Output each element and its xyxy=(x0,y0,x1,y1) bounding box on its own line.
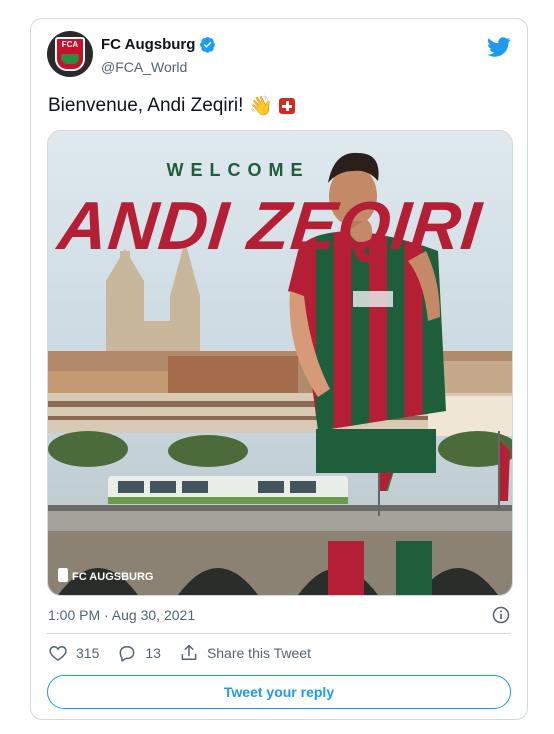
divider xyxy=(47,633,511,634)
timestamp-row: 1:00 PM · Aug 30, 2021 xyxy=(48,605,511,625)
author-name-row[interactable]: FC Augsburg xyxy=(101,36,216,53)
reply-bubble-icon xyxy=(119,646,135,662)
like-button[interactable]: 315 xyxy=(48,643,99,663)
action-bar: 315 13 Share this Tweet xyxy=(48,643,329,663)
tweet-timestamp[interactable]: 1:00 PM · Aug 30, 2021 xyxy=(48,607,195,623)
waving-hands-emoji-icon: 👋 xyxy=(249,95,274,117)
reply-button-label: Tweet your reply xyxy=(223,684,335,700)
display-name[interactable]: FC Augsburg xyxy=(101,36,195,53)
reply-action-button[interactable]: 13 xyxy=(117,643,161,663)
tweet-card: FCA FC Augsburg @FCA_World Bienvenue, An… xyxy=(30,18,528,720)
fca-crest-icon: FCA xyxy=(55,37,85,71)
welcome-graphic: WELCOME ANDI ZEQIRI FC AUGSBURG xyxy=(48,131,512,595)
swiss-flag-emoji-icon xyxy=(279,98,296,114)
avatar[interactable]: FCA xyxy=(47,31,93,77)
tweet-text-content: Bienvenue, Andi Zeqiri! xyxy=(48,95,244,116)
media-heading: WELCOME xyxy=(167,160,310,180)
author-handle[interactable]: @FCA_World xyxy=(101,59,187,75)
heart-icon xyxy=(49,645,67,661)
twitter-bird-icon[interactable] xyxy=(487,35,511,59)
tweet-media-image[interactable]: WELCOME ANDI ZEQIRI FC AUGSBURG xyxy=(47,130,513,596)
info-icon[interactable] xyxy=(491,605,511,625)
share-icon xyxy=(181,644,197,660)
media-player-name: ANDI ZEQIRI xyxy=(53,188,487,264)
verified-badge-icon xyxy=(200,36,216,53)
crest-text: FCA xyxy=(61,40,79,49)
share-button[interactable]: Share this Tweet xyxy=(179,643,311,663)
tweet-your-reply-button[interactable]: Tweet your reply xyxy=(47,675,511,709)
fc-augsburg-watermark: FC AUGSBURG xyxy=(58,568,153,583)
share-label: Share this Tweet xyxy=(206,645,311,661)
tweet-text: Bienvenue, Andi Zeqiri! 👋 xyxy=(48,95,296,117)
like-count: 315 xyxy=(76,645,100,661)
media-watermark: FC AUGSBURG xyxy=(72,571,153,583)
reply-count: 13 xyxy=(145,645,161,661)
